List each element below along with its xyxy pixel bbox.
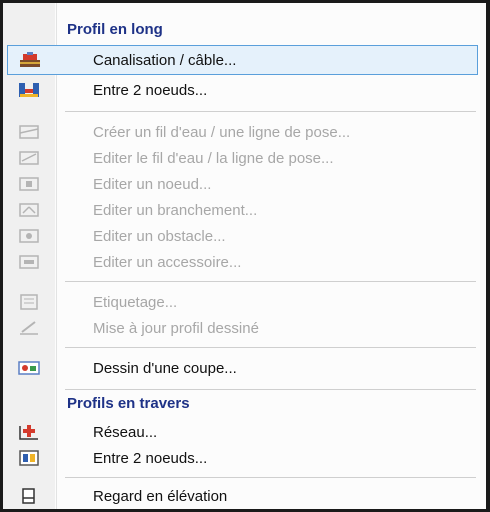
separator: [65, 389, 476, 390]
menu-item-label: Créer un fil d'eau / une ligne de pose..…: [93, 124, 351, 141]
section-title: Profil en long: [67, 21, 163, 38]
menu-item-regard-elevation[interactable]: Regard en élévation: [3, 481, 486, 511]
menu-item-label: Editer un accessoire...: [93, 254, 242, 271]
menu-item-dessin-coupe[interactable]: Dessin d'une coupe...: [3, 353, 486, 383]
edit-node-icon: [18, 175, 40, 193]
section-header-profil-en-long: Profil en long: [3, 17, 486, 43]
menu-item-canalisation[interactable]: Canalisation / câble...: [7, 45, 478, 75]
section-header-profils-en-travers: Profils en travers: [3, 391, 486, 417]
edit-line-icon: [18, 149, 40, 167]
nodes-cross-icon: [18, 449, 40, 467]
section-title: Profils en travers: [67, 395, 190, 412]
menu-item-label: Canalisation / câble...: [93, 52, 237, 69]
edit-obstacle-icon: [18, 227, 40, 245]
menu-item-label: Entre 2 noeuds...: [93, 450, 208, 467]
separator: [65, 281, 476, 282]
menu-item-label: Editer le fil d'eau / la ligne de pose..…: [93, 150, 334, 167]
edit-branch-icon: [18, 201, 40, 219]
menu-item-editer-accessoire: Editer un accessoire...: [3, 247, 486, 277]
menu-item-label: Réseau...: [93, 424, 158, 441]
separator: [65, 347, 476, 348]
manhole-elevation-icon: [18, 487, 40, 505]
edit-accessory-icon: [18, 253, 40, 271]
create-line-icon: [18, 123, 40, 141]
pipe-profile-icon: [19, 51, 41, 69]
update-profile-icon: [18, 319, 40, 337]
menu-item-label: Etiquetage...: [93, 294, 178, 311]
menu-item-label: Entre 2 noeuds...: [93, 82, 208, 99]
section-drawing-icon: [18, 359, 40, 377]
menu-item-label: Editer un obstacle...: [93, 228, 226, 245]
menu-item-entre-2-noeuds[interactable]: Entre 2 noeuds...: [3, 75, 486, 105]
separator: [65, 111, 476, 112]
context-menu: Profil en long Canalisation / câble... E…: [0, 0, 490, 512]
network-cross-icon: [18, 423, 40, 441]
menu-item-entre-2-noeuds-travers[interactable]: Entre 2 noeuds...: [3, 443, 486, 473]
nodes-profile-icon: [18, 81, 40, 99]
label-icon: [18, 293, 40, 311]
separator: [65, 477, 476, 478]
menu-item-label: Regard en élévation: [93, 488, 228, 505]
menu-item-label: Dessin d'une coupe...: [93, 360, 237, 377]
menu-item-mise-a-jour: Mise à jour profil dessiné: [3, 313, 486, 343]
menu-item-label: Editer un noeud...: [93, 176, 212, 193]
menu-item-label: Mise à jour profil dessiné: [93, 320, 259, 337]
menu-item-label: Editer un branchement...: [93, 202, 258, 219]
